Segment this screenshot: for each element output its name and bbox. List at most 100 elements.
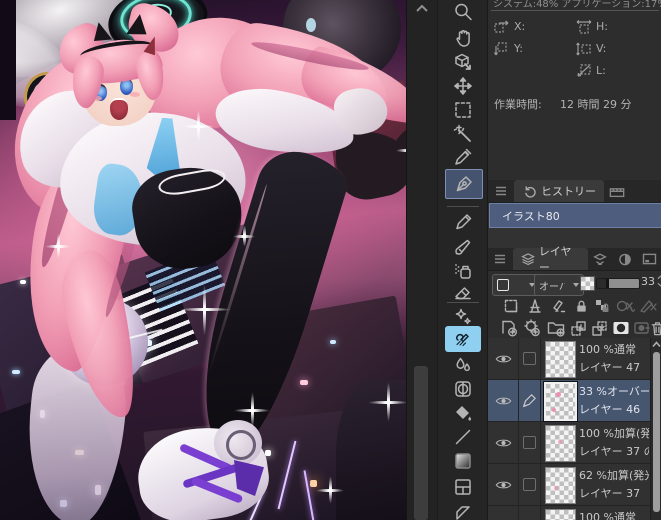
tool-move[interactable] <box>445 74 481 98</box>
lighthouse-icon <box>529 299 541 313</box>
new-raster-layer-button[interactable] <box>498 318 520 338</box>
transfer-down-icon <box>571 320 586 336</box>
tab-layer-search[interactable] <box>588 248 613 270</box>
merge-to-lower-button[interactable] <box>589 318 611 338</box>
clip-studio-paint-window: システム:48% アプリケーション:17% X: H: Y: V: L: 作業時… <box>0 0 661 520</box>
lock-transparent-pixel-button[interactable] <box>591 296 613 316</box>
tool-fill[interactable] <box>445 401 481 425</box>
folder-plus-icon <box>547 321 565 337</box>
tool-pencil[interactable] <box>445 210 481 234</box>
tool-zoom[interactable] <box>445 0 481 24</box>
opacity-slider[interactable] <box>596 278 640 289</box>
v-size-icon <box>576 42 592 59</box>
layer-name: レイヤー 47 <box>579 361 641 374</box>
tab-history[interactable]: ヒストリー <box>514 180 604 202</box>
layer-list-scrollbar[interactable] <box>650 338 661 520</box>
info-panel: システム:48% アプリケーション:17% X: H: Y: V: L: 作業時… <box>488 0 661 180</box>
tool-brush[interactable] <box>445 235 481 259</box>
tool-liquify[interactable] <box>445 353 481 377</box>
ruler-x-icon <box>640 300 657 313</box>
draw-on-layer-button[interactable] <box>548 296 570 316</box>
layer-thumbnail[interactable] <box>545 425 576 462</box>
tool-airbrush[interactable] <box>445 259 481 283</box>
scroll-up-icon[interactable] <box>415 3 429 13</box>
scroll-up-icon[interactable] <box>652 341 661 348</box>
canvas-artwork-mouth <box>110 98 128 120</box>
layer-thumbnail[interactable] <box>545 341 576 378</box>
lock-layer-button[interactable] <box>570 296 592 316</box>
h-size-label: H: <box>596 20 608 33</box>
tool-frame[interactable] <box>445 475 481 499</box>
canvas[interactable] <box>0 0 406 520</box>
new-layer-gear-icon <box>524 319 540 337</box>
visibility-toggle[interactable] <box>488 338 519 379</box>
layer-checkbox[interactable] <box>522 352 536 365</box>
tool-figure[interactable] <box>445 377 481 401</box>
tool-gradient[interactable] <box>445 449 481 473</box>
layer-row-selected[interactable]: 33 %オーバーレイレイヤー 46 <box>488 380 661 422</box>
visibility-toggle[interactable] <box>488 380 519 421</box>
layer-mask-icon <box>613 322 629 334</box>
tool-marquee[interactable] <box>445 98 481 122</box>
tool-blend[interactable] <box>445 326 481 352</box>
eyedropper-icon <box>455 148 472 165</box>
history-panel: ヒストリー イラスト80 <box>488 180 661 248</box>
tool-pen[interactable] <box>445 169 483 199</box>
history-menu-button[interactable] <box>488 180 514 202</box>
l-size-label: L: <box>596 64 606 77</box>
h-size-icon <box>576 20 592 37</box>
clip-to-layer-below-button[interactable] <box>500 296 522 316</box>
tab-layer[interactable]: レイヤー <box>512 245 589 274</box>
visibility-toggle[interactable] <box>488 506 519 520</box>
layer-mode: 100 %加算(発光) <box>579 427 649 440</box>
visibility-toggle[interactable] <box>488 422 519 463</box>
tool-line[interactable] <box>445 425 481 449</box>
layer-thumbnail[interactable] <box>545 467 576 504</box>
layer-row[interactable]: 100 %通常 レイヤー 47 <box>488 338 661 380</box>
layer-mode: 100 %通常 <box>579 511 636 520</box>
spinner-up-icon <box>657 275 661 280</box>
palette-color-combo[interactable] <box>492 274 540 296</box>
tool-auto-select[interactable] <box>445 122 481 146</box>
layer-thumbnail[interactable] <box>545 509 576 520</box>
transfer-to-lower-button[interactable] <box>568 318 590 338</box>
canvas-scrollbar-thumb[interactable] <box>414 366 428 520</box>
new-folder-button[interactable] <box>545 318 567 338</box>
l-size-icon <box>576 64 592 81</box>
tool-correct-line[interactable] <box>445 500 481 520</box>
visibility-toggle[interactable] <box>488 464 519 505</box>
layer-menu-button[interactable] <box>488 248 513 270</box>
canvas-vertical-scrollbar[interactable] <box>406 0 438 520</box>
tool-eyedropper[interactable] <box>445 145 481 169</box>
airbrush-icon <box>455 264 471 279</box>
layer-thumbnail[interactable] <box>543 381 578 422</box>
opacity-spinner[interactable] <box>657 275 661 287</box>
lock-alpha-icon <box>596 300 609 312</box>
hamburger-icon <box>496 186 506 196</box>
layer-checkbox[interactable] <box>522 436 536 449</box>
magnifier-icon <box>455 3 472 21</box>
layer-mask-button[interactable] <box>610 318 632 338</box>
tool-rotate[interactable] <box>445 50 481 74</box>
work-time-label: 作業時間: <box>494 98 542 111</box>
history-item[interactable]: イラスト80 <box>489 203 661 228</box>
layer-checkbox[interactable] <box>522 478 536 491</box>
delete-layer-button[interactable] <box>646 318 661 338</box>
blend-mode-combo[interactable]: オーバ <box>534 274 584 296</box>
ruler-disable-button[interactable] <box>638 296 660 316</box>
layer-row[interactable]: 100 %加算(発光) レイヤー 37 のコピー <box>488 422 661 464</box>
tab-tone[interactable] <box>613 248 638 270</box>
tab-layer-property[interactable] <box>637 248 661 270</box>
tab-auto-action[interactable] <box>604 180 630 202</box>
y-coord-icon <box>493 42 510 59</box>
new-layer-settings-button[interactable] <box>521 318 543 338</box>
reference-layer-button[interactable] <box>524 296 546 316</box>
spinner-down-icon <box>657 282 661 287</box>
layer-row[interactable]: 62 %加算(発光) レイヤー 37 <box>488 464 661 506</box>
tool-hand[interactable] <box>445 26 481 50</box>
mask-disable-button[interactable] <box>614 296 636 316</box>
layer-row[interactable]: 100 %通常 <box>488 506 661 520</box>
opacity-checker-icon <box>580 276 595 291</box>
eye-icon <box>495 397 511 404</box>
layer-scrollbar-thumb[interactable] <box>653 352 660 512</box>
